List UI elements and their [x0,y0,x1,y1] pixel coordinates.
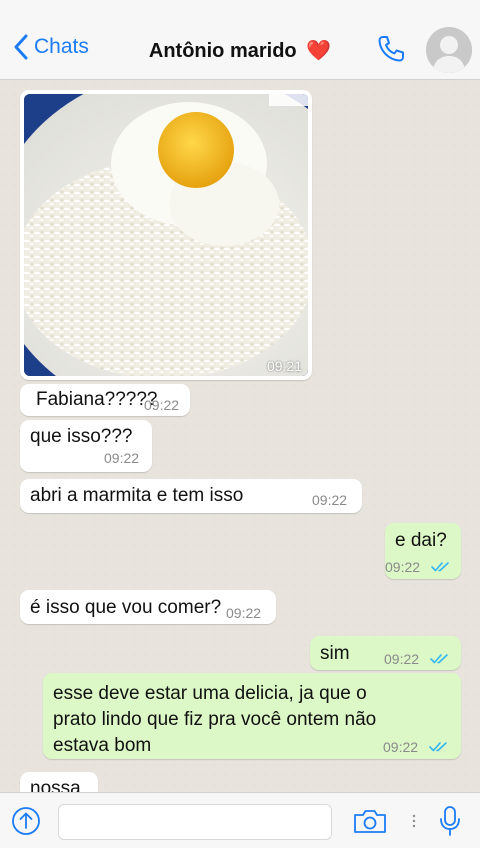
chat-header: Chats Antônio marido ❤️ [0,0,480,80]
incoming-message[interactable]: nossa [20,772,98,792]
message-text: e dai? [395,530,447,551]
food-photo [24,94,308,376]
read-receipt-icon [430,654,448,664]
outgoing-message[interactable]: sim 09:22 [310,636,461,670]
call-button[interactable] [376,34,406,69]
incoming-message[interactable]: que isso??? 09:22 [20,420,152,472]
more-dots-icon [412,814,416,828]
message-time: 09:22 [385,559,421,575]
contact-name: Antônio marido [148,40,297,62]
image-message[interactable]: 09:21 [20,90,312,380]
incoming-message[interactable]: abri a marmita e tem isso 09:22 [20,479,362,513]
message-time: 09:22 [383,739,419,755]
message-time: 09:21 [266,358,302,374]
message-text: que isso??? [30,426,133,447]
chat-area[interactable]: 09:21 Fabiana????? 09:22 que isso??? 09:… [0,80,480,792]
message-text: esse deve estar uma delicia, ja que o pr… [53,681,376,759]
message-time: 09:22 [312,492,348,508]
message-text: nossa [30,778,81,792]
microphone-icon[interactable] [439,805,461,837]
incoming-message[interactable]: Fabiana????? 09:22 [20,384,190,416]
read-receipt-icon [431,562,449,572]
input-bar [0,792,480,848]
default-avatar-icon [426,27,472,73]
contact-avatar[interactable] [426,27,472,73]
share-upload-icon[interactable] [11,806,41,836]
incoming-message[interactable]: é isso que vou comer? 09:22 [20,590,276,624]
message-line: prato lindo que fiz pra você ontem não [53,709,377,730]
camera-icon[interactable] [353,807,387,835]
read-receipt-icon [429,742,447,752]
fried-egg-rice-image [24,94,308,376]
heart-emoji: ❤️ [306,40,332,62]
message-line: esse deve estar uma delicia, ja que o [53,683,367,704]
phone-icon [378,36,404,62]
message-line: estava bom [53,735,152,756]
message-text: é isso que vou comer? [30,597,222,618]
message-text: Fabiana????? [36,389,158,410]
message-text: sim [320,643,350,664]
message-time: 09:22 [384,651,420,667]
outgoing-message[interactable]: esse deve estar uma delicia, ja que o pr… [43,673,461,759]
message-time: 09:22 [104,450,140,466]
message-input[interactable] [58,804,332,840]
message-text: abri a marmita e tem isso [30,485,244,506]
message-time: 09:22 [144,397,180,413]
contact-name-title[interactable]: Antônio marido ❤️ [0,38,480,63]
outgoing-message[interactable]: e dai? 09:22 [385,523,461,579]
message-time: 09:22 [226,605,262,621]
